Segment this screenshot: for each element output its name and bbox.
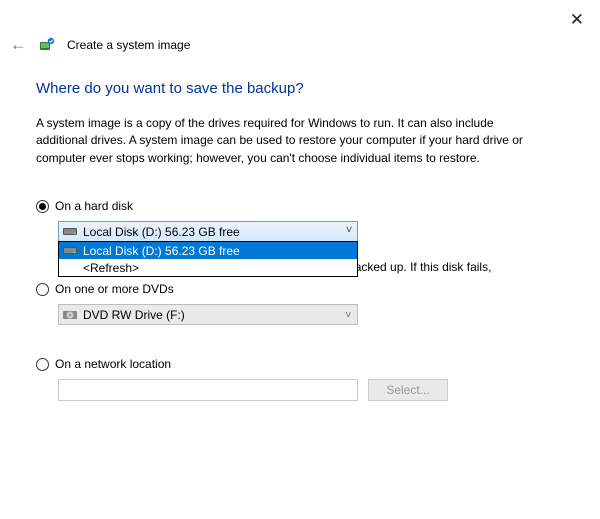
radio-label-dvd: On one or more DVDs	[55, 282, 174, 296]
network-location-input[interactable]	[58, 379, 358, 401]
dvd-dropdown[interactable]: DVD RW Drive (F:) ⅴ	[58, 304, 358, 325]
close-button[interactable]: ✕	[570, 10, 584, 30]
chevron-down-icon: ⅴ	[346, 309, 351, 320]
option-dvd: On one or more DVDs DVD RW Drive (F:) ⅴ	[36, 282, 564, 325]
radio-icon	[36, 283, 49, 296]
radio-icon	[36, 200, 49, 213]
radio-label-network: On a network location	[55, 357, 171, 371]
select-button[interactable]: Select...	[368, 379, 448, 401]
system-image-icon	[39, 37, 55, 53]
header: ← Create a system image	[10, 36, 190, 53]
hard-drive-icon	[63, 245, 83, 256]
refresh-label: <Refresh>	[83, 261, 139, 275]
radio-icon	[36, 358, 49, 371]
chevron-down-icon: ⅴ	[346, 224, 352, 235]
dropdown-item-local-disk[interactable]: Local Disk (D:) 56.23 GB free	[59, 242, 357, 259]
page-description: A system image is a copy of the drives r…	[36, 115, 548, 167]
page-heading: Where do you want to save the backup?	[36, 80, 564, 97]
radio-network[interactable]: On a network location	[36, 357, 564, 371]
radio-dvd[interactable]: On one or more DVDs	[36, 282, 564, 296]
option-hard-disk: On a hard disk Local Disk (D:) 56.23 GB …	[36, 199, 564, 242]
radio-label-hard-disk: On a hard disk	[55, 199, 133, 213]
dvd-selected: DVD RW Drive (F:)	[83, 308, 185, 322]
hard-disk-selected: Local Disk (D:) 56.23 GB free	[83, 225, 240, 239]
hard-disk-dropdown[interactable]: Local Disk (D:) 56.23 GB free ⅴ	[58, 221, 358, 242]
dropdown-item-refresh[interactable]: <Refresh>	[59, 259, 357, 276]
dropdown-item-label: Local Disk (D:) 56.23 GB free	[83, 244, 240, 258]
option-network: On a network location Select...	[36, 357, 564, 401]
hard-disk-dropdown-list: Local Disk (D:) 56.23 GB free <Refresh>	[58, 241, 358, 277]
dvd-drive-icon	[63, 308, 83, 322]
radio-hard-disk[interactable]: On a hard disk	[36, 199, 564, 213]
back-arrow-icon[interactable]: ←	[10, 36, 27, 53]
window-title: Create a system image	[67, 38, 190, 52]
hard-drive-icon	[63, 226, 83, 237]
